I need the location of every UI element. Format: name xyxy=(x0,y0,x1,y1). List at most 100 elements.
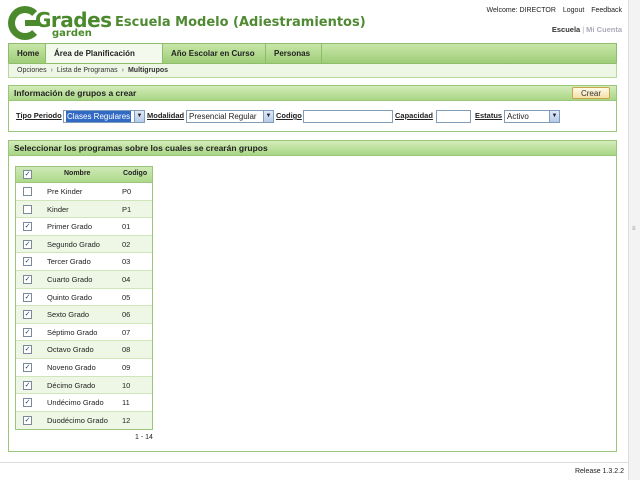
codigo-input[interactable] xyxy=(303,110,393,123)
tab-area-planificacion[interactable]: Área de Planificación xyxy=(46,44,163,64)
program-code: 07 xyxy=(122,327,131,337)
feedback-link[interactable]: Feedback xyxy=(591,7,622,14)
program-code: 05 xyxy=(122,292,131,302)
program-name: Segundo Grado xyxy=(47,239,100,249)
table-row[interactable]: ✓ Noveno Grado 09 xyxy=(16,358,152,377)
table-row[interactable]: Pre Kinder P0 xyxy=(16,183,152,201)
mi-cuenta-link[interactable]: Mi Cuenta xyxy=(586,25,622,34)
grades-garden-logo[interactable]: Grades garden xyxy=(8,6,112,40)
program-name: Sexto Grado xyxy=(47,310,90,320)
program-name: Cuarto Grado xyxy=(47,274,93,284)
program-code: 08 xyxy=(122,345,131,355)
capacidad-label: Capacidad xyxy=(395,111,433,120)
capacidad-input[interactable] xyxy=(436,110,471,123)
group-info-form: Tipo Periodo Clases Regulares ▼ Modalida… xyxy=(9,108,616,124)
context-switcher: Escuela | Mi Cuenta xyxy=(552,25,622,34)
program-name: Décimo Grado xyxy=(47,380,96,390)
pager-text: 1 - 14 xyxy=(135,434,153,441)
row-checkbox[interactable]: ✓ xyxy=(23,415,32,425)
program-code: 09 xyxy=(122,362,131,372)
row-checkbox[interactable]: ✓ xyxy=(23,327,32,337)
escuela-link[interactable]: Escuela xyxy=(552,25,580,34)
chevron-down-icon: ▼ xyxy=(549,111,559,122)
program-name: Duodécimo Grado xyxy=(47,415,108,425)
row-checkbox[interactable]: ✓ xyxy=(23,380,32,390)
select-all-checkbox[interactable]: ✓ xyxy=(23,170,32,179)
program-code: 10 xyxy=(122,380,131,390)
table-row[interactable]: ✓ Décimo Grado 10 xyxy=(16,376,152,395)
group-info-title: Información de grupos a crear xyxy=(14,88,137,98)
row-checkbox[interactable]: ✓ xyxy=(23,222,32,232)
programs-title: Seleccionar los programas sobre los cual… xyxy=(14,143,268,153)
table-row[interactable]: Kinder P1 xyxy=(16,200,152,219)
table-row[interactable]: ✓ Primer Grado 01 xyxy=(16,218,152,236)
scroll-grip-icon: ≡ xyxy=(632,226,636,232)
tipo-periodo-select[interactable]: Clases Regulares ▼ xyxy=(63,110,145,123)
programs-table: ✓ Nombre Codigo Pre Kinder P0 Kinder P1 ✓ Pri… xyxy=(15,166,153,431)
school-title: Escuela Modelo (Adiestramientos) xyxy=(115,15,366,30)
vertical-scrollbar[interactable]: ≡ xyxy=(628,0,640,480)
chevron-down-icon: ▼ xyxy=(263,111,273,122)
group-info-header: Información de grupos a crear Crear xyxy=(9,86,616,101)
table-row[interactable]: ✓ Séptimo Grado 07 xyxy=(16,323,152,342)
program-code: 03 xyxy=(122,257,131,267)
program-name: Tercer Grado xyxy=(47,257,91,267)
tab-ano-escolar[interactable]: Año Escolar en Curso xyxy=(163,44,266,63)
breadcrumb: Opciones › Lista de Programas › Multigrupos xyxy=(8,63,617,78)
row-checkbox[interactable]: ✓ xyxy=(23,257,32,267)
welcome-text: Welcome: DIRECTOR xyxy=(486,7,556,14)
table-row[interactable]: ✓ Duodécimo Grado 12 xyxy=(16,411,152,430)
codigo-label: Codigo xyxy=(276,111,302,120)
table-row[interactable]: ✓ Undécimo Grado 11 xyxy=(16,394,152,412)
crear-button[interactable]: Crear xyxy=(572,87,610,99)
breadcrumb-lista-programas[interactable]: Lista de Programas xyxy=(57,67,118,74)
top-links: Welcome: DIRECTOR Logout Feedback xyxy=(482,7,622,14)
program-name: Séptimo Grado xyxy=(47,327,98,337)
breadcrumb-opciones[interactable]: Opciones xyxy=(17,67,47,74)
modalidad-select[interactable]: Presencial Regular ▼ xyxy=(186,110,274,123)
program-code: 02 xyxy=(122,239,131,249)
breadcrumb-separator: › xyxy=(121,67,124,74)
context-separator: | xyxy=(582,25,585,34)
tab-personas[interactable]: Personas xyxy=(266,44,322,63)
row-checkbox[interactable]: ✓ xyxy=(23,310,32,320)
table-row[interactable]: ✓ Tercer Grado 03 xyxy=(16,253,152,271)
estatus-label: Estatus xyxy=(475,111,503,120)
group-info-panel: Información de grupos a crear Crear Tipo… xyxy=(8,85,617,132)
program-name: Quinto Grado xyxy=(47,292,93,302)
table-row[interactable]: ✓ Segundo Grado 02 xyxy=(16,235,152,254)
program-name: Kinder xyxy=(47,204,69,214)
tab-home[interactable]: Home xyxy=(9,44,46,63)
app-header: Grades garden Escuela Modelo (Adiestrami… xyxy=(0,0,628,42)
row-checkbox[interactable]: ✓ xyxy=(23,345,32,355)
tipo-periodo-label: Tipo Periodo xyxy=(16,111,62,120)
program-code: 04 xyxy=(122,274,131,284)
modalidad-label: Modalidad xyxy=(147,111,185,120)
programs-panel: Seleccionar los programas sobre los cual… xyxy=(8,140,617,452)
breadcrumb-separator: › xyxy=(50,67,53,74)
release-version: Release 1.3.2.2 xyxy=(574,468,624,475)
row-checkbox[interactable]: ✓ xyxy=(23,362,32,372)
logout-link[interactable]: Logout xyxy=(563,7,584,14)
program-code: P1 xyxy=(122,204,132,214)
column-header-codigo: Codigo xyxy=(123,170,148,177)
row-checkbox[interactable]: ✓ xyxy=(23,398,32,408)
table-row[interactable]: ✓ Cuarto Grado 04 xyxy=(16,270,152,289)
row-checkbox[interactable]: ✓ xyxy=(23,274,32,284)
program-name: Undécimo Grado xyxy=(47,398,104,408)
logo-subtext: garden xyxy=(52,28,92,39)
program-code: P0 xyxy=(122,187,132,196)
chevron-down-icon: ▼ xyxy=(134,111,144,122)
program-name: Noveno Grado xyxy=(47,362,96,372)
modalidad-value: Presencial Regular xyxy=(189,112,257,121)
program-name: Primer Grado xyxy=(47,222,93,232)
row-checkbox[interactable]: ✓ xyxy=(23,292,32,302)
program-code: 01 xyxy=(122,222,131,232)
table-row[interactable]: ✓ Octavo Grado 08 xyxy=(16,341,152,359)
row-checkbox[interactable] xyxy=(23,187,32,196)
row-checkbox[interactable]: ✓ xyxy=(23,239,32,249)
row-checkbox[interactable] xyxy=(23,204,32,214)
table-row[interactable]: ✓ Sexto Grado 06 xyxy=(16,306,152,324)
estatus-select[interactable]: Activo ▼ xyxy=(504,110,560,123)
table-row[interactable]: ✓ Quinto Grado 05 xyxy=(16,288,152,307)
